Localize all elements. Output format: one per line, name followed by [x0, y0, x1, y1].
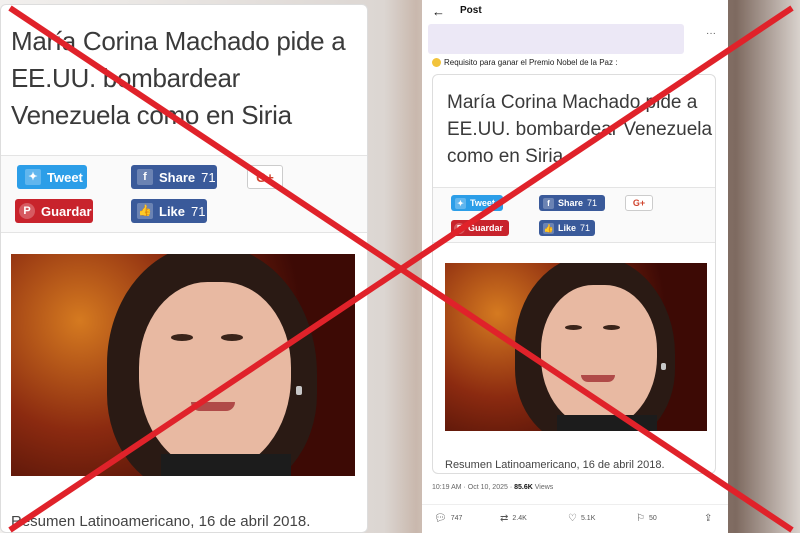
embedded-pinterest-save-button[interactable]: P Guardar	[451, 220, 509, 236]
bookmark-icon: ⚐	[636, 513, 645, 524]
post-action-bar: 💬︎ 747 ⇄ 2.4K ♡ 5.1K ⚐ 50 ⇪	[422, 504, 728, 533]
post-text: Requisito para ganar el Premio Nobel de …	[432, 58, 617, 67]
reply-button[interactable]: 💬︎ 747	[434, 513, 462, 524]
tweet-label: Tweet	[470, 198, 495, 208]
thumbs-up-icon: 👍	[137, 203, 153, 219]
repost-count: 2.4K	[512, 515, 527, 522]
article-caption: Resumen Latinoamericano, 16 de abril 201…	[11, 513, 311, 530]
more-options-icon[interactable]: ···	[706, 28, 716, 39]
article-headline: María Corina Machado pide a EE.UU. bomba…	[11, 26, 346, 130]
pinterest-icon: P	[19, 203, 35, 219]
back-arrow-icon[interactable]: ←	[432, 4, 445, 19]
post-timestamp: 10:19 AM · Oct 10, 2025 ·	[432, 484, 513, 491]
heart-icon: ♡	[568, 513, 577, 524]
thumbs-up-icon: 👍	[543, 222, 554, 234]
share-label: Share	[159, 169, 196, 185]
redacted-author-block	[428, 24, 684, 54]
post-meta: 10:19 AM · Oct 10, 2025 · 85.6K Views	[432, 484, 553, 491]
embedded-photo	[445, 263, 707, 431]
embedded-facebook-like-button[interactable]: 👍 Like 71	[539, 220, 595, 236]
twitter-bird-icon: ✦	[455, 197, 466, 209]
post-text-content: Requisito para ganar el Premio Nobel de …	[444, 58, 618, 67]
like-count: 71	[580, 223, 591, 233]
share-label: Share	[558, 198, 584, 208]
like-label: Like	[159, 203, 186, 219]
tweet-button[interactable]: ✦ Tweet	[17, 165, 87, 189]
tweet-label: Tweet	[47, 169, 83, 185]
share-count: 71	[587, 198, 598, 208]
post-header-title: Post	[460, 5, 482, 16]
social-post: ← Post ··· Requisito para ganar el Premi…	[422, 0, 728, 533]
article-photo	[11, 254, 355, 476]
reply-icon: 💬︎	[434, 513, 447, 524]
repost-button[interactable]: ⇄ 2.4K	[500, 513, 527, 524]
bookmark-button[interactable]: ⚐ 50	[636, 513, 657, 524]
facebook-like-button[interactable]: 👍 Like 71	[131, 199, 207, 223]
facebook-icon: f	[543, 197, 554, 209]
like-post-count: 5.1K	[580, 515, 596, 522]
like-label: Like	[558, 223, 577, 233]
embedded-caption: Resumen Latinoamericano, 16 de abril 201…	[445, 459, 665, 471]
share-post-button[interactable]: ⇪	[704, 513, 712, 524]
views-label: Views	[534, 484, 554, 491]
like-count: 71	[191, 203, 206, 219]
pinterest-icon: P	[454, 222, 465, 234]
embedded-headline: María Corina Machado pide a EE.UU. bomba…	[447, 92, 713, 167]
embedded-facebook-share-button[interactable]: f Share 71	[539, 195, 605, 211]
views-count: 85.6K	[514, 484, 533, 491]
facebook-share-button[interactable]: f Share 71	[131, 165, 217, 189]
bookmark-count: 50	[648, 515, 657, 522]
share-up-icon: ⇪	[704, 513, 713, 524]
repost-icon: ⇄	[500, 513, 509, 524]
emoji-icon	[432, 58, 441, 67]
embedded-tweet-button[interactable]: ✦ Tweet	[451, 195, 503, 211]
google-plus-button[interactable]: G+	[247, 165, 283, 189]
guardar-label: Guardar	[41, 203, 92, 219]
article-card-large: María Corina Machado pide a EE.UU. bomba…	[0, 4, 368, 533]
facebook-icon: f	[137, 169, 153, 185]
gplus-label: G+	[632, 198, 646, 208]
reply-count: 747	[450, 515, 463, 522]
share-count: 71	[201, 169, 216, 185]
like-post-button[interactable]: ♡ 5.1K	[568, 513, 595, 524]
pinterest-save-button[interactable]: P Guardar	[15, 199, 93, 223]
article-card-embedded[interactable]: María Corina Machado pide a EE.UU. bomba…	[432, 74, 716, 474]
embedded-google-plus-button[interactable]: G+	[625, 195, 653, 211]
guardar-label: Guardar	[468, 223, 504, 233]
gplus-label: G+	[256, 169, 274, 185]
twitter-bird-icon: ✦	[25, 169, 41, 185]
